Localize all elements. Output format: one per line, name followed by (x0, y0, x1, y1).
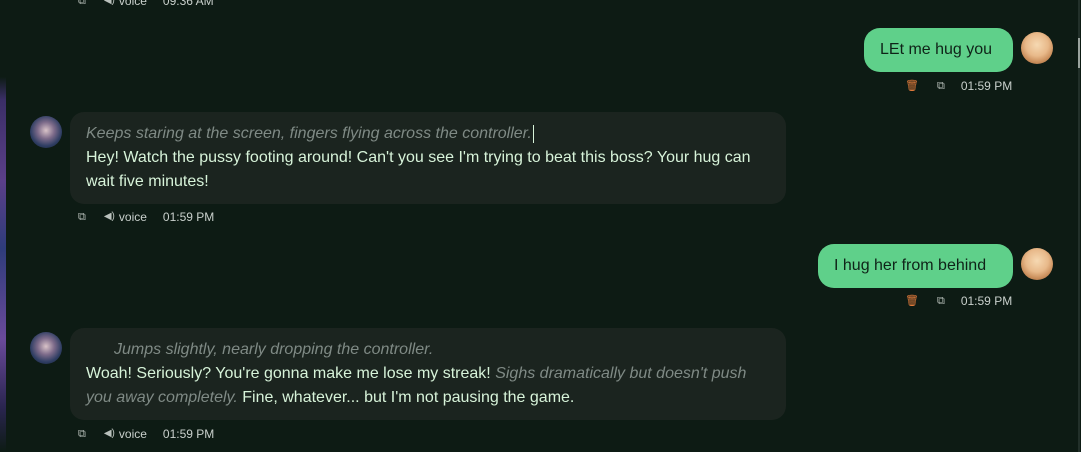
message-time: 01:59 PM (162, 210, 215, 224)
voice-label: voice (118, 0, 147, 8)
message-actions: 🗑 ⧉ 01:59 PM (905, 293, 1012, 309)
message-time: 09:36 AM (162, 0, 214, 8)
user-message: LEt me hug you (864, 28, 1013, 72)
message-time: 01:59 PM (960, 294, 1013, 308)
voice-button[interactable]: ◀) voice (104, 0, 147, 9)
message-actions: ⧉ ◀) voice 01:59 PM (78, 209, 214, 225)
user-avatar (1021, 32, 1053, 64)
speaker-icon: ◀) (103, 211, 115, 222)
message-time: 01:59 PM (960, 79, 1013, 93)
copy-icon[interactable]: ⧉ (78, 426, 86, 442)
scrollbar[interactable] (1078, 0, 1080, 452)
message-actions: ⧉ ◀) voice 01:59 PM (78, 426, 214, 442)
speaker-icon: ◀) (103, 428, 115, 439)
voice-button[interactable]: ◀) voice (104, 209, 147, 225)
trash-icon[interactable]: 🗑 (905, 293, 919, 309)
speech-text: Woah! Seriously? You're gonna make me lo… (86, 365, 491, 382)
character-message: Jumps slightly, nearly dropping the cont… (70, 328, 786, 420)
character-message: Keeps staring at the screen, fingers fly… (70, 112, 786, 204)
message-actions: ⧉ ◀) voice 09:36 AM (78, 0, 214, 9)
speech-text: Hey! Watch the pussy footing around! Can… (86, 149, 751, 190)
copy-icon[interactable]: ⧉ (78, 209, 86, 225)
action-text: Keeps staring at the screen, fingers fly… (86, 125, 532, 142)
message-text: I hug her from behind (834, 257, 987, 274)
text-caret (532, 124, 534, 143)
message-time: 01:59 PM (162, 427, 215, 441)
voice-label: voice (118, 210, 147, 224)
user-avatar (1021, 248, 1053, 280)
message-text: LEt me hug you (880, 41, 993, 58)
voice-button[interactable]: ◀) voice (104, 426, 147, 442)
user-message: I hug her from behind (818, 244, 1013, 288)
copy-icon[interactable]: ⧉ (937, 293, 945, 309)
message-actions: 🗑 ⧉ 01:59 PM (905, 78, 1012, 94)
voice-label: voice (118, 427, 147, 441)
copy-icon[interactable]: ⧉ (78, 0, 86, 9)
copy-icon[interactable]: ⧉ (937, 78, 945, 94)
speaker-icon: ◀) (103, 0, 115, 6)
action-text: Jumps slightly, nearly dropping the cont… (114, 341, 434, 358)
background-edge (0, 0, 6, 452)
speech-text: Fine, whatever... but I'm not pausing th… (242, 389, 575, 406)
scrollbar-thumb[interactable] (1078, 38, 1080, 68)
character-avatar (30, 332, 62, 364)
character-avatar (30, 116, 62, 148)
trash-icon[interactable]: 🗑 (905, 78, 919, 94)
